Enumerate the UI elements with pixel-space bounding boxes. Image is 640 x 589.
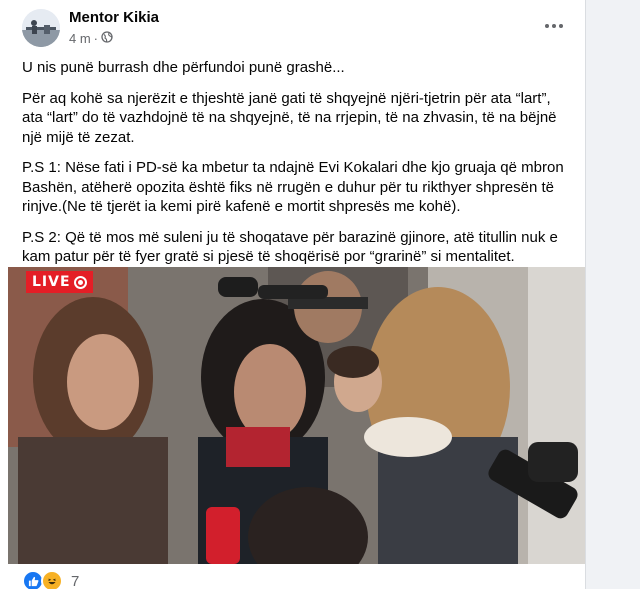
live-dot-icon [73, 275, 87, 289]
live-badge: LIVE [26, 271, 93, 293]
live-label: LIVE [32, 274, 71, 290]
post-paragraph: Për aq kohë sa njerëzit e thjeshtë janë … [22, 89, 557, 146]
post-card: Mentor Kikia 4 m · U nis punë burrash dh… [0, 0, 586, 589]
avatar-image [22, 9, 60, 47]
author-name[interactable]: Mentor Kikia [69, 9, 159, 26]
post-text: U nis punë burrash dhe përfundoi punë gr… [22, 58, 572, 278]
reaction-count[interactable]: 7 [71, 573, 79, 589]
post-paragraph: P.S 2: Që të mos më suleni ju të shoqata… [22, 228, 558, 266]
video-frame [8, 267, 585, 564]
globe-icon [101, 31, 113, 46]
reactions-bar[interactable]: 7 [22, 570, 79, 589]
post-meta: 4 m · [69, 31, 113, 46]
author-avatar[interactable] [22, 9, 60, 47]
video-player[interactable]: LIVE [8, 267, 585, 564]
more-options-icon[interactable] [540, 14, 568, 38]
meta-separator: · [93, 31, 99, 46]
post-time[interactable]: 4 m [69, 31, 91, 46]
post-paragraph: U nis punë burrash dhe përfundoi punë gr… [22, 59, 345, 76]
haha-icon [41, 570, 63, 589]
post-paragraph: P.S 1: Nëse fati i PD-së ka mbetur ta nd… [22, 159, 564, 215]
